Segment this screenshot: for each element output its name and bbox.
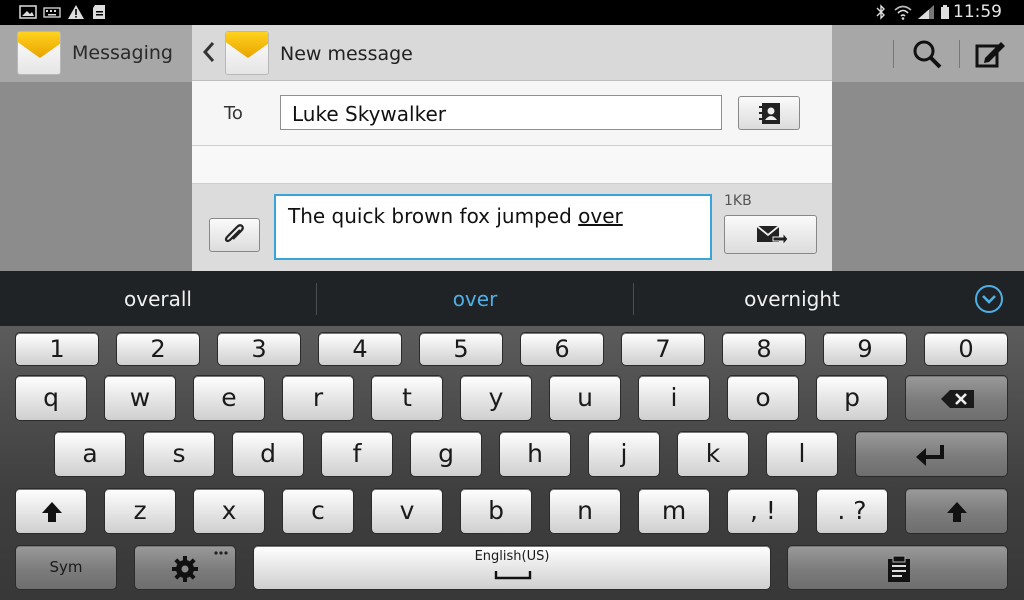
- shift-arrow-icon: [42, 502, 62, 522]
- enter-key[interactable]: [855, 431, 1008, 477]
- key-h[interactable]: h: [499, 431, 571, 477]
- suggestion-bar: overall over overnight: [0, 271, 1024, 326]
- key-x[interactable]: x: [193, 488, 265, 534]
- key-f[interactable]: f: [321, 431, 393, 477]
- compose-panel: New message To Luke Skywalker The quick …: [192, 25, 832, 271]
- clipboard-icon: [888, 555, 910, 582]
- key-d[interactable]: d: [232, 431, 304, 477]
- enter-icon: [916, 445, 944, 466]
- key-6[interactable]: 6: [520, 332, 604, 366]
- more-dots-icon: [214, 551, 228, 555]
- settings-key[interactable]: [134, 545, 236, 590]
- paperclip-icon: [224, 224, 244, 243]
- warning-icon: [68, 5, 84, 19]
- key-m[interactable]: m: [638, 488, 710, 534]
- composing-word: over: [578, 204, 623, 228]
- attach-button[interactable]: [209, 218, 260, 252]
- app-title[interactable]: Messaging: [72, 42, 173, 64]
- wifi-icon: [894, 5, 912, 20]
- message-size: 1KB: [724, 193, 752, 209]
- clock: 11:59: [953, 2, 1002, 22]
- divider: [959, 40, 960, 68]
- key-j[interactable]: j: [588, 431, 660, 477]
- space-bar-icon: [494, 571, 532, 580]
- key-w[interactable]: w: [104, 375, 176, 421]
- recipient-row: To Luke Skywalker: [192, 81, 832, 146]
- key-s[interactable]: s: [143, 431, 215, 477]
- key-4[interactable]: 4: [318, 332, 402, 366]
- key-t[interactable]: t: [371, 375, 443, 421]
- key-b[interactable]: b: [460, 488, 532, 534]
- key-l[interactable]: l: [766, 431, 838, 477]
- keyboard: 1 2 3 4 5 6 7 8 9 0 q w e r t y u i o p …: [0, 326, 1024, 600]
- message-envelope-icon: [225, 31, 269, 75]
- key-g[interactable]: g: [410, 431, 482, 477]
- key-r[interactable]: r: [282, 375, 354, 421]
- message-input[interactable]: The quick brown fox jumped over: [274, 194, 712, 260]
- to-label: To: [224, 103, 243, 124]
- send-icon: [756, 225, 789, 247]
- contact-book-icon: [759, 103, 780, 124]
- recipient-input[interactable]: Luke Skywalker: [280, 95, 722, 130]
- key-e[interactable]: e: [193, 375, 265, 421]
- compose-header: New message: [192, 25, 832, 81]
- shift-key-right[interactable]: [905, 488, 1008, 534]
- page-title: New message: [280, 43, 413, 65]
- suggestion-item-selected[interactable]: over: [325, 287, 625, 311]
- key-2[interactable]: 2: [116, 332, 200, 366]
- key-9[interactable]: 9: [823, 332, 907, 366]
- send-button[interactable]: [724, 215, 817, 254]
- shift-arrow-icon: [947, 502, 967, 522]
- divider: [316, 283, 317, 315]
- shift-key[interactable]: [15, 488, 87, 534]
- key-period[interactable]: . ?: [816, 488, 888, 534]
- key-i[interactable]: i: [638, 375, 710, 421]
- contacts-button[interactable]: [738, 96, 800, 130]
- chevron-left-icon[interactable]: [202, 40, 216, 64]
- key-a[interactable]: a: [54, 431, 126, 477]
- compose-icon[interactable]: [975, 40, 1007, 68]
- key-u[interactable]: u: [549, 375, 621, 421]
- suggestion-item[interactable]: overall: [8, 287, 308, 311]
- key-q[interactable]: q: [15, 375, 87, 421]
- key-p[interactable]: p: [816, 375, 888, 421]
- key-v[interactable]: v: [371, 488, 443, 534]
- key-1[interactable]: 1: [15, 332, 99, 366]
- keyboard-icon: [43, 7, 61, 18]
- divider: [893, 40, 894, 68]
- clipboard-key[interactable]: [787, 545, 1008, 590]
- subject-row[interactable]: [192, 146, 832, 184]
- image-icon: [19, 5, 37, 19]
- language-label: English(US): [474, 549, 550, 564]
- key-5[interactable]: 5: [419, 332, 503, 366]
- key-0[interactable]: 0: [924, 332, 1008, 366]
- key-o[interactable]: o: [727, 375, 799, 421]
- backspace-key[interactable]: [905, 375, 1008, 421]
- message-row: The quick brown fox jumped over 1KB: [192, 184, 832, 271]
- message-text: The quick brown fox jumped: [288, 204, 579, 228]
- status-bar: 11:59: [0, 0, 1024, 25]
- backspace-icon: [941, 390, 974, 408]
- key-n[interactable]: n: [549, 488, 621, 534]
- suggestion-item[interactable]: overnight: [642, 287, 942, 311]
- key-comma[interactable]: , !: [727, 488, 799, 534]
- bluetooth-icon: [876, 4, 885, 20]
- key-8[interactable]: 8: [722, 332, 806, 366]
- chevron-down-icon: [982, 295, 996, 304]
- gear-icon: [172, 556, 198, 582]
- key-3[interactable]: 3: [217, 332, 301, 366]
- key-k[interactable]: k: [677, 431, 749, 477]
- key-z[interactable]: z: [104, 488, 176, 534]
- expand-suggestions-button[interactable]: [975, 285, 1003, 313]
- divider: [633, 283, 634, 315]
- signal-icon: [918, 5, 934, 19]
- messaging-app-icon[interactable]: [17, 31, 61, 75]
- sym-key[interactable]: Sym: [15, 545, 117, 590]
- search-icon[interactable]: [911, 38, 943, 70]
- key-y[interactable]: y: [460, 375, 532, 421]
- space-key[interactable]: English(US): [253, 545, 771, 590]
- key-c[interactable]: c: [282, 488, 354, 534]
- key-7[interactable]: 7: [621, 332, 705, 366]
- sd-card-icon: [93, 5, 105, 19]
